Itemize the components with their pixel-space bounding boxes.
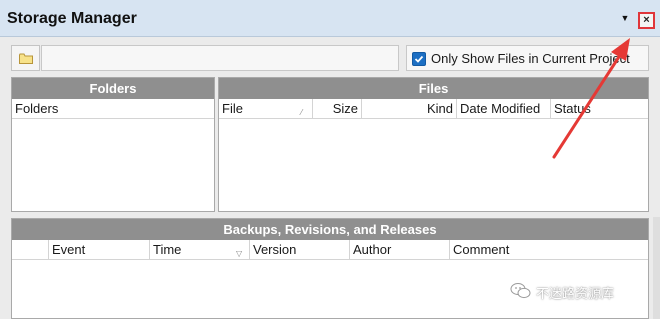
backups-panel: Backups, Revisions, and Releases Event T… — [11, 218, 649, 319]
column-event[interactable]: Event — [49, 240, 150, 260]
column-time-label: Time — [153, 242, 182, 257]
folders-panel-header: Folders — [12, 78, 214, 99]
sort-icon: ⁄ — [301, 108, 303, 117]
checkmark-icon — [414, 55, 424, 63]
toolbar: Only Show Files in Current Project — [11, 45, 649, 71]
column-status[interactable]: Status — [551, 99, 648, 119]
files-column-header-row: File ⁄ Size Kind Date Modified Status — [219, 99, 648, 119]
column-size[interactable]: Size — [313, 99, 362, 119]
window-title: Storage Manager — [7, 10, 137, 27]
storage-manager-body: Only Show Files in Current Project Folde… — [0, 37, 660, 319]
path-input[interactable] — [41, 45, 399, 71]
backups-column-header-row: Event Time ▽ Version Author Comment — [12, 240, 648, 260]
column-file[interactable]: File ⁄ — [219, 99, 313, 119]
only-current-project-toggle[interactable]: Only Show Files in Current Project — [406, 45, 649, 71]
wechat-icon — [510, 283, 531, 299]
column-folders[interactable]: Folders — [12, 99, 214, 119]
column-time[interactable]: Time ▽ — [150, 240, 250, 260]
watermark-text: 不迷路资源库 — [536, 286, 615, 301]
files-panel-header: Files — [219, 78, 648, 99]
folders-panel: Folders Folders — [11, 77, 215, 212]
title-bar: Storage Manager ▼ × — [0, 0, 660, 37]
close-icon: × — [643, 14, 650, 26]
sort-desc-icon: ▽ — [236, 249, 243, 258]
only-current-project-checkbox[interactable] — [412, 52, 426, 66]
column-file-label: File — [222, 101, 243, 116]
dropdown-triangle-icon[interactable]: ▼ — [620, 13, 630, 23]
browse-folder-button[interactable] — [11, 45, 40, 71]
files-panel: Files File ⁄ Size Kind Date Modified Sta… — [218, 77, 649, 212]
column-comment[interactable]: Comment — [450, 240, 648, 260]
folder-icon — [19, 53, 33, 64]
folders-column-header-row: Folders — [12, 99, 214, 119]
backups-panel-header: Backups, Revisions, and Releases — [12, 219, 648, 240]
column-date-modified[interactable]: Date Modified — [457, 99, 551, 119]
column-blank[interactable] — [12, 240, 49, 260]
column-version[interactable]: Version — [250, 240, 350, 260]
column-author[interactable]: Author — [350, 240, 450, 260]
column-kind[interactable]: Kind — [362, 99, 457, 119]
only-current-project-label: Only Show Files in Current Project — [431, 51, 630, 66]
vertical-scrollbar[interactable] — [653, 217, 660, 319]
close-button[interactable]: × — [638, 12, 655, 29]
